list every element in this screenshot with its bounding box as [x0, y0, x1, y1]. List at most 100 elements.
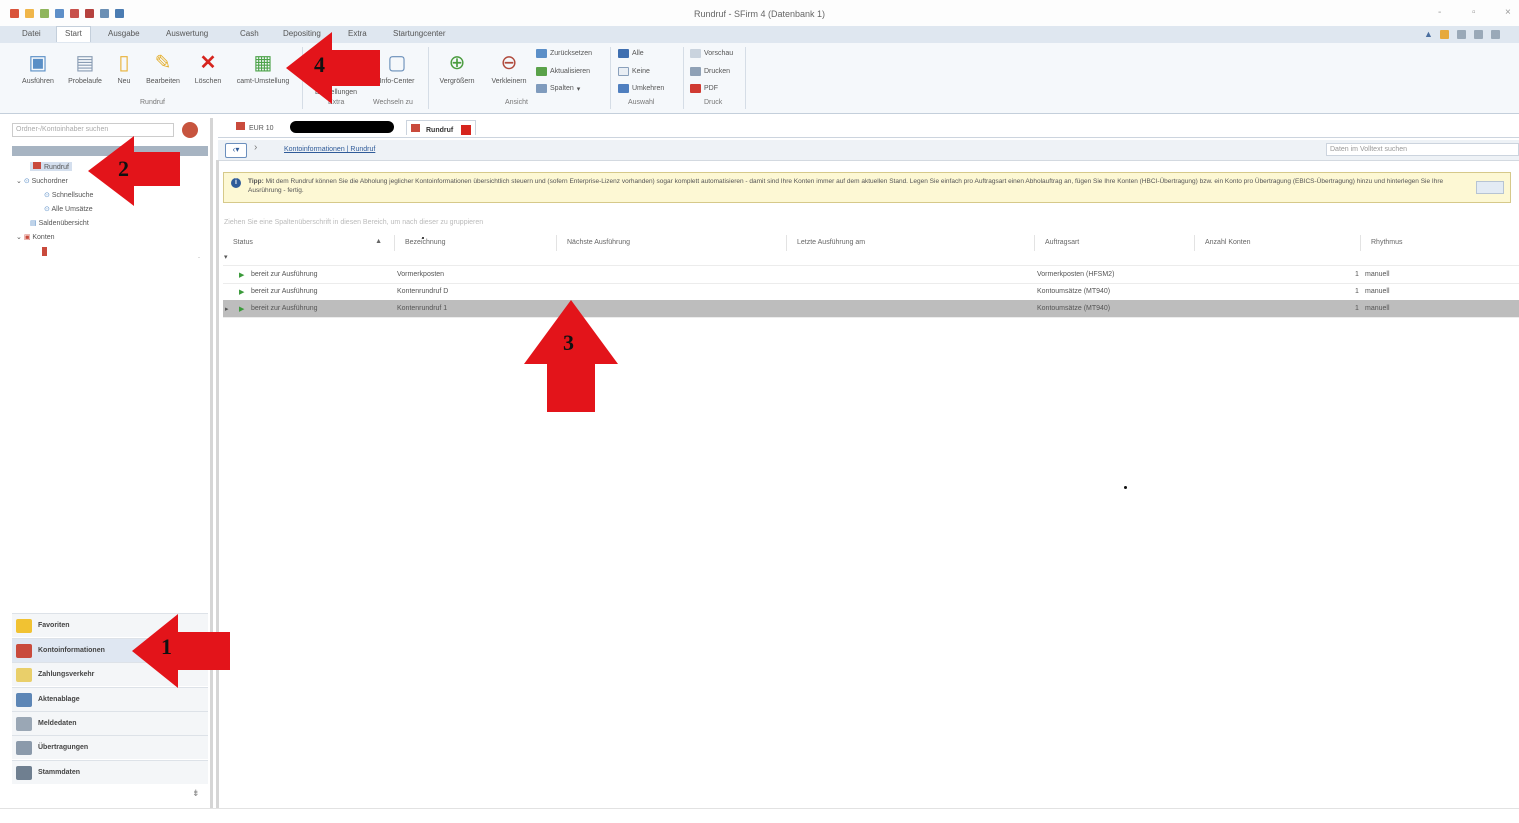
- tab-cash[interactable]: Cash: [240, 29, 259, 38]
- alle-button[interactable]: Alle: [618, 49, 644, 58]
- column-header-letzte-ausfuehrung[interactable]: Letzte Ausführung am: [787, 235, 1035, 251]
- delete-x-icon: ✕: [199, 51, 217, 74]
- tab-ausgabe[interactable]: Ausgabe: [108, 29, 140, 38]
- transfer-icon: [16, 740, 32, 755]
- payment-icon: [16, 667, 32, 682]
- back-button[interactable]: ‹▾: [225, 143, 247, 158]
- printer-icon: [690, 67, 701, 76]
- breadcrumb[interactable]: Kontoinformationen | Rundruf: [284, 146, 375, 153]
- keine-button[interactable]: Keine: [618, 67, 650, 76]
- loeschen-button[interactable]: ✕ Löschen: [188, 49, 228, 86]
- tree-item-rundruf[interactable]: Rundruf: [30, 162, 72, 171]
- column-header-bezeichnung[interactable]: Bezeichnung: [395, 235, 557, 251]
- neu-button[interactable]: ▯ Neu: [110, 49, 138, 86]
- drucken-button[interactable]: Drucken: [690, 67, 730, 76]
- stray-dot: [422, 237, 424, 239]
- reset-icon: [536, 49, 547, 58]
- close-tab-icon[interactable]: [461, 125, 472, 136]
- tab-datei[interactable]: Datei: [22, 29, 41, 38]
- callout-number-3: 3: [563, 330, 574, 355]
- chevron-down-icon: ▾: [576, 85, 581, 93]
- tab-auswertung[interactable]: Auswertung: [166, 29, 208, 38]
- ribbon-separator: [610, 47, 611, 109]
- help-icon[interactable]: [1440, 30, 1449, 39]
- archive-icon: [16, 692, 32, 707]
- search-options-icon[interactable]: [182, 122, 198, 138]
- tree-item-schnellsuche[interactable]: ⊙ Schnellsuche: [44, 191, 93, 199]
- tree-item-alle-umsaetze[interactable]: ⊙ Alle Umsätze: [44, 205, 93, 213]
- refresh-icon: [536, 67, 547, 76]
- column-header-auftragsart[interactable]: Auftragsart: [1035, 235, 1195, 251]
- table-row[interactable]: ▶ bereit zur Ausführung Vormerkposten Vo…: [223, 266, 1519, 284]
- ribbon-separator: [683, 47, 684, 109]
- column-header-naechste-ausfuehrung[interactable]: Nächste Ausführung: [557, 235, 787, 251]
- spalten-button[interactable]: Spalten ▾: [536, 84, 580, 93]
- user-icon[interactable]: [1491, 30, 1500, 39]
- column-header-status[interactable]: Status ▲: [223, 235, 395, 251]
- account-info-icon: [16, 643, 32, 658]
- nav-aktenablage[interactable]: Aktenablage: [12, 687, 208, 711]
- tree-item-konten[interactable]: ⌄ ▣ Konten: [16, 233, 55, 241]
- table-row-selected[interactable]: ▸ ▶ bereit zur Ausführung Kontenrundruf …: [223, 300, 1519, 318]
- tree-scroll-indicator[interactable]: -: [198, 255, 200, 261]
- minimize-button[interactable]: -: [1438, 7, 1441, 18]
- pdf-button[interactable]: PDF: [690, 84, 718, 93]
- umkehren-button[interactable]: Umkehren: [618, 84, 664, 93]
- vorschau-button[interactable]: Vorschau: [690, 49, 733, 58]
- doc-tab-eur[interactable]: EUR 10: [236, 122, 274, 132]
- callout-arrow-3: [524, 300, 618, 412]
- nav-stammdaten[interactable]: Stammdaten: [12, 760, 208, 784]
- tree-item-suchordner[interactable]: ⌄ ⊙ Suchordner: [16, 177, 68, 185]
- maximize-button[interactable]: ▫: [1472, 7, 1476, 18]
- vergroessern-button[interactable]: ⊕ Vergrößern: [432, 49, 482, 86]
- aktualisieren-button[interactable]: Aktualisieren: [536, 67, 590, 76]
- probelauf-button[interactable]: ▤ Probelaufe: [62, 49, 108, 86]
- expand-chevron-icon: ⌄: [16, 234, 24, 241]
- callout-number-4: 4: [314, 52, 325, 77]
- doc-tab-rundruf[interactable]: Rundruf: [406, 120, 477, 136]
- balance-icon: ▤: [30, 220, 39, 227]
- callout-arrow-4: [286, 32, 380, 104]
- table-row[interactable]: ▶ bereit zur Ausführung Kontenrundruf D …: [223, 283, 1519, 301]
- callout-number-1: 1: [161, 634, 172, 659]
- group-label-auswahl: Auswahl: [628, 99, 655, 106]
- zoom-in-icon: ⊕: [448, 51, 466, 74]
- tree-item-saldenuebersicht[interactable]: ▤ Saldenübersicht: [30, 219, 89, 227]
- settings-icon[interactable]: [1474, 30, 1483, 39]
- bearbeiten-button[interactable]: ✎ Bearbeiten: [140, 49, 186, 86]
- rundruf-table: Status ▲ Bezeichnung Nächste Ausführung L…: [223, 235, 1519, 325]
- tab-start[interactable]: Start: [56, 26, 91, 42]
- ribbon: ▣ Ausführen ▤ Probelaufe ▯ Neu ✎ Bearbeiten …: [0, 43, 1519, 114]
- close-button[interactable]: ×: [1505, 7, 1511, 18]
- filter-row-marker: ▾: [224, 254, 228, 261]
- run-icon: ▣: [28, 51, 48, 74]
- column-header-rhythmus[interactable]: Rhythmus: [1361, 235, 1519, 251]
- ribbon-separator: [428, 47, 429, 109]
- play-icon: ▶: [239, 306, 245, 313]
- filter-row[interactable]: ▾: [223, 251, 1519, 266]
- ausfuehren-button[interactable]: ▣ Ausführen: [16, 49, 60, 86]
- search-icon: ⊙: [44, 192, 52, 199]
- tab-startungcenter[interactable]: Startungcenter: [393, 29, 445, 38]
- verkleinern-button[interactable]: ⊖ Verkleinern: [484, 49, 534, 86]
- nav-configure-icon[interactable]: ⇟: [192, 788, 200, 799]
- sort-arrow-icon: ▲: [375, 238, 382, 245]
- content-border: [216, 160, 219, 808]
- tip-close-button[interactable]: [1476, 181, 1504, 194]
- zuruecksetzen-button[interactable]: Zurücksetzen: [536, 49, 592, 58]
- nav-meldedaten[interactable]: Meldedaten: [12, 711, 208, 735]
- callout-arrow-1: [132, 614, 230, 688]
- report-icon: [16, 716, 32, 731]
- nav-uebertragungen[interactable]: Übertragungen: [12, 735, 208, 759]
- folder-search-input[interactable]: Ordner-/Kontoinhaber suchen: [12, 123, 174, 137]
- account-item-icon[interactable]: [42, 247, 47, 256]
- tip-label: Tipp:: [248, 178, 264, 185]
- fulltext-search-input[interactable]: Daten im Volltext suchen: [1326, 143, 1519, 156]
- info-center-icon: ▢: [387, 51, 407, 74]
- column-header-anzahl-konten[interactable]: Anzahl Konten: [1195, 235, 1361, 251]
- ribbon-collapse-icon[interactable]: ▲: [1424, 29, 1433, 39]
- star-icon: [16, 618, 32, 633]
- forward-button[interactable]: ›: [254, 142, 257, 153]
- redaction-bar: [290, 121, 394, 133]
- info-icon[interactable]: [1457, 30, 1466, 39]
